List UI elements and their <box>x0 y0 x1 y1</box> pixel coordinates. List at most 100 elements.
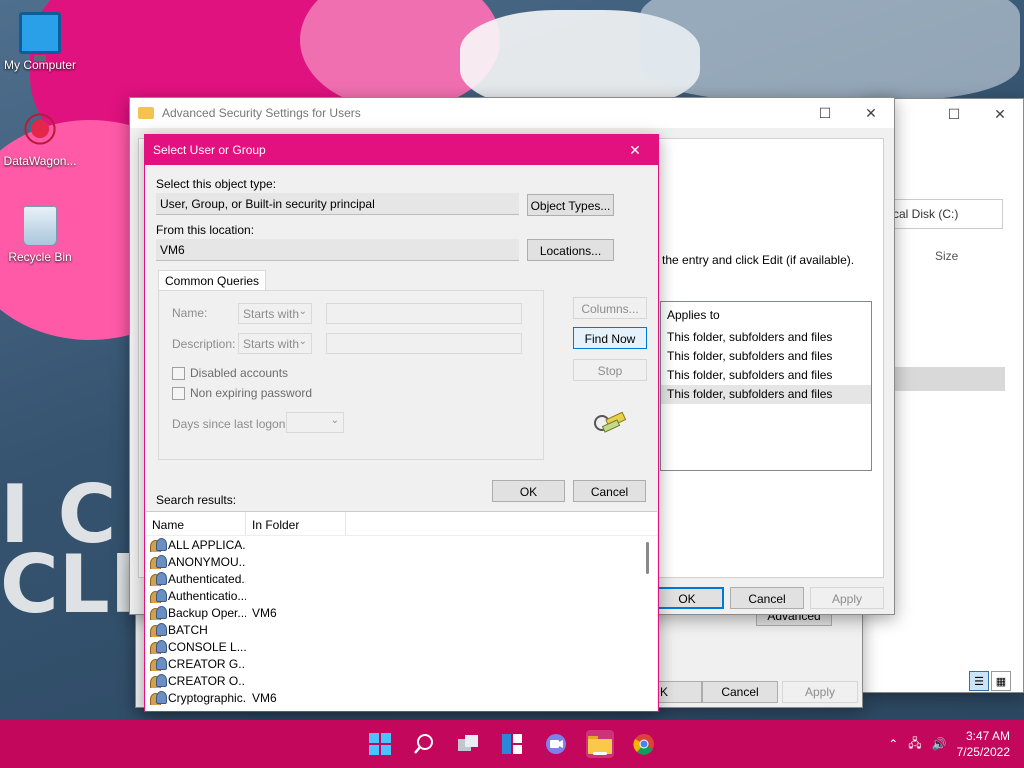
user-group-icon <box>150 674 167 688</box>
cancel-button[interactable]: Cancel <box>573 480 646 502</box>
column-header-name[interactable]: Name <box>146 512 246 535</box>
list-item[interactable]: This folder, subfolders and files <box>661 385 871 404</box>
result-name-cell: CREATOR O... <box>146 674 246 688</box>
list-item[interactable]: This folder, subfolders and files <box>661 366 871 385</box>
user-group-icon <box>150 538 167 552</box>
disabled-accounts-checkbox[interactable]: Disabled accounts <box>172 366 288 380</box>
taskbar: ⌃ 🖧 🔊 3:47 AM 7/25/2022 <box>0 720 1024 768</box>
table-row[interactable]: BATCH <box>146 621 657 638</box>
network-icon[interactable]: 🖧 <box>908 734 921 755</box>
clock[interactable]: 3:47 AM 7/25/2022 <box>957 728 1010 760</box>
table-row[interactable]: Cryptographic... VM6 <box>146 689 657 706</box>
windows-start-icon[interactable] <box>366 730 394 758</box>
description-input[interactable] <box>326 333 522 354</box>
search-icon[interactable] <box>410 730 438 758</box>
apply-button[interactable]: Apply <box>782 681 858 703</box>
results-rows: ALL APPLICA... ANONYMOU... Authenticated..… <box>146 536 657 706</box>
chat-icon[interactable] <box>542 730 570 758</box>
days-since-logon-select[interactable]: ⌄ <box>286 412 344 433</box>
user-group-icon <box>150 657 167 671</box>
ok-button[interactable]: OK <box>492 480 565 502</box>
user-group-icon <box>150 606 167 620</box>
table-row[interactable]: CONSOLE L... <box>146 638 657 655</box>
chevron-up-icon[interactable]: ⌃ <box>888 737 898 751</box>
result-name: Cryptographic... <box>168 690 246 705</box>
close-icon[interactable]: ✕ <box>977 99 1023 129</box>
wallpaper-shape <box>640 0 1020 100</box>
result-name-cell: ALL APPLICA... <box>146 538 246 552</box>
description-label: Description: <box>172 337 236 351</box>
tiles-view-icon[interactable]: ▦ <box>991 671 1011 691</box>
cancel-button[interactable]: Cancel <box>702 681 778 703</box>
volume-icon[interactable]: 🔊 <box>932 737 947 751</box>
list-item[interactable]: This folder, subfolders and files <box>661 347 871 366</box>
chevron-down-icon: ⌄ <box>298 306 307 317</box>
chevron-down-icon: ⌄ <box>330 415 339 426</box>
checkbox-label: Non expiring password <box>190 386 313 400</box>
desktop-icon-my-computer[interactable]: My Computer <box>0 12 80 72</box>
task-view-icon[interactable] <box>454 730 482 758</box>
ok-button[interactable]: OK <box>650 587 724 609</box>
desktop-icon-recycle-bin[interactable]: Recycle Bin <box>0 206 80 264</box>
close-icon[interactable]: ✕ <box>612 135 658 165</box>
location-field: VM6 <box>156 239 519 261</box>
object-types-button[interactable]: Object Types... <box>527 194 614 216</box>
table-row[interactable]: Authenticated... <box>146 570 657 587</box>
checkbox-label: Disabled accounts <box>190 366 289 380</box>
user-group-icon <box>150 640 167 654</box>
result-name: ANONYMOU... <box>168 554 246 569</box>
result-name-cell: CREATOR G... <box>146 657 246 671</box>
result-name-cell: BATCH <box>146 623 246 637</box>
chrome-icon[interactable] <box>630 730 658 758</box>
name-input[interactable] <box>326 303 522 324</box>
column-header-in-folder[interactable]: In Folder <box>246 512 346 535</box>
apply-button[interactable]: Apply <box>810 587 884 609</box>
stop-button[interactable]: Stop <box>573 359 647 381</box>
maximize-icon[interactable]: ☐ <box>931 99 977 129</box>
locations-button[interactable]: Locations... <box>527 239 614 261</box>
result-folder: VM6 <box>252 690 277 705</box>
system-tray: ⌃ 🖧 🔊 3:47 AM 7/25/2022 <box>888 720 1010 768</box>
file-explorer-icon[interactable] <box>586 730 614 758</box>
cancel-button[interactable]: Cancel <box>730 587 804 609</box>
find-now-button[interactable]: Find Now <box>573 327 647 349</box>
non-expiring-password-checkbox[interactable]: Non expiring password <box>172 386 312 400</box>
search-results-list[interactable]: Name In Folder ALL APPLICA... ANONYMOU...… <box>146 511 657 711</box>
tab-common-queries[interactable]: Common Queries <box>158 270 267 291</box>
result-name-cell: Cryptographic... <box>146 691 246 705</box>
table-row[interactable]: ANONYMOU... <box>146 553 657 570</box>
widgets-icon[interactable] <box>498 730 526 758</box>
result-folder: VM6 <box>252 605 277 620</box>
checkbox-box <box>172 366 185 380</box>
clock-time: 3:47 AM <box>965 729 1010 743</box>
details-view-icon[interactable]: ☰ <box>969 671 989 691</box>
maximize-icon[interactable]: ☐ <box>802 98 848 128</box>
permission-entries-list[interactable]: Applies to This folder, subfolders and f… <box>660 301 872 471</box>
description-mode-select[interactable]: Starts with ⌄ <box>238 333 312 354</box>
name-mode-select[interactable]: Starts with ⌄ <box>238 303 312 324</box>
table-row[interactable]: ALL APPLICA... <box>146 536 657 553</box>
column-header-size[interactable]: Size <box>935 249 958 263</box>
results-header: Name In Folder <box>146 512 657 536</box>
list-item[interactable]: This folder, subfolders and files <box>661 328 871 347</box>
table-row[interactable]: Backup Oper... VM6 <box>146 604 657 621</box>
result-name-cell: CONSOLE L... <box>146 640 246 654</box>
column-header-applies-to[interactable]: Applies to <box>661 302 871 328</box>
checkbox-box <box>172 386 185 400</box>
close-icon[interactable]: ✕ <box>848 98 894 128</box>
result-name-cell: Authenticated... <box>146 572 246 586</box>
columns-button[interactable]: Columns... <box>573 297 647 319</box>
object-type-field: User, Group, or Built-in security princi… <box>156 193 519 215</box>
clock-date: 7/25/2022 <box>956 745 1010 759</box>
desktop-icon-datawagon[interactable]: DataWagon... <box>0 108 80 168</box>
table-row[interactable]: CREATOR O... <box>146 672 657 689</box>
select-user-or-group-dialog: Select User or Group ✕ Select this objec… <box>144 134 659 712</box>
scrollbar-thumb[interactable] <box>646 542 649 574</box>
table-row[interactable]: CREATOR G... <box>146 655 657 672</box>
result-name: Backup Oper... <box>168 605 246 620</box>
user-group-icon <box>150 572 167 586</box>
common-queries-panel: Name: Starts with ⌄ Description: Starts … <box>158 290 544 460</box>
table-row[interactable]: Authenticatio... <box>146 587 657 604</box>
result-name-cell: Backup Oper... <box>146 606 246 620</box>
object-type-label: Select this object type: <box>156 177 277 191</box>
